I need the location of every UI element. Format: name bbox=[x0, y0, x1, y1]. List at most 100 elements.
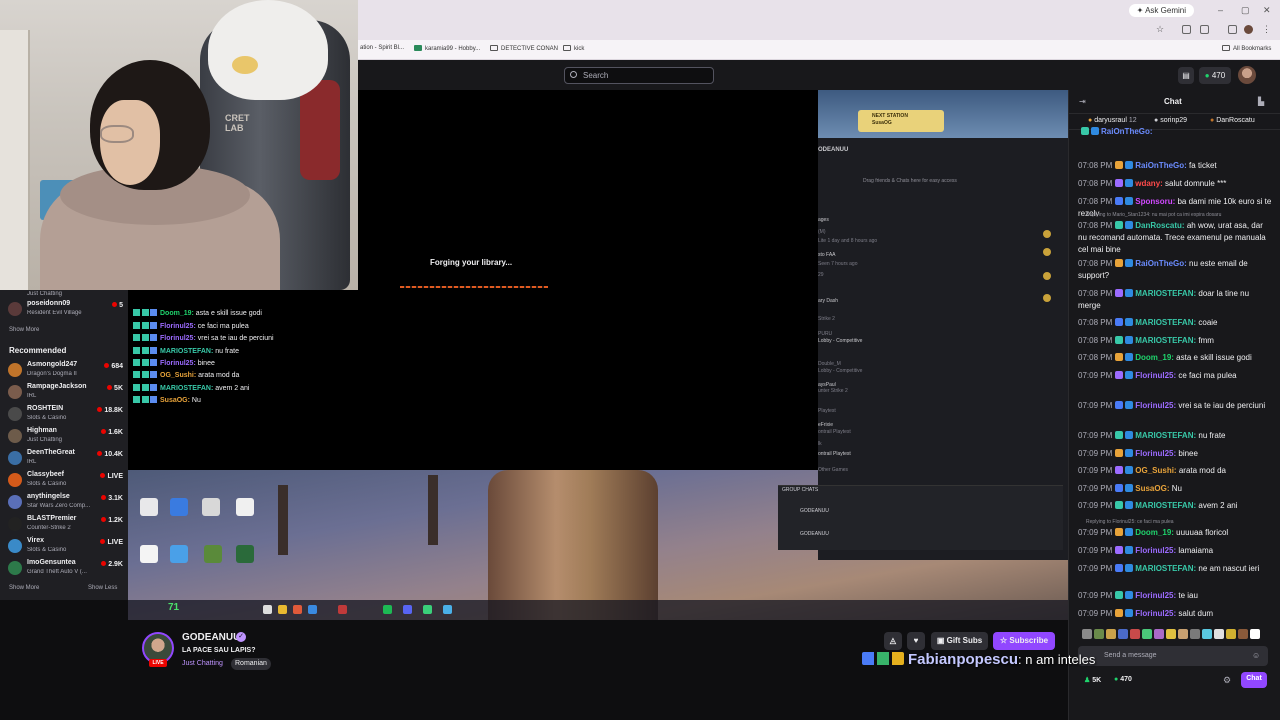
sidebar-channel[interactable]: Asmongold247 Dragon's Dogma II 684 bbox=[8, 361, 123, 383]
loading-progress-bar bbox=[400, 286, 548, 288]
chat-message[interactable]: 07:09 PM MARIOSTEFAN: nu frate bbox=[1078, 430, 1273, 442]
emote-picker-icon[interactable]: ☺ bbox=[1252, 651, 1260, 660]
gift-subs-button[interactable]: ▣ Gift Subs bbox=[931, 632, 988, 650]
notification-bell-icon[interactable]: ◬ bbox=[884, 632, 902, 650]
emote-icon[interactable] bbox=[1178, 629, 1188, 639]
search-input[interactable]: Search bbox=[564, 67, 714, 84]
show-more-link[interactable]: Show More bbox=[9, 327, 39, 333]
chat-message[interactable]: 07:09 PM Florinul25: lamaiama bbox=[1078, 545, 1273, 557]
points-button[interactable]: ● 470 bbox=[1199, 67, 1231, 84]
friend-list-text: Double_M bbox=[818, 361, 841, 367]
emote-icon[interactable] bbox=[1106, 629, 1116, 639]
bookmark-folder[interactable]: kick bbox=[563, 45, 584, 52]
badge-icon bbox=[1125, 546, 1134, 554]
subscribe-button[interactable]: ☆ Subscribe bbox=[993, 632, 1055, 650]
gifter-entry[interactable]: ● DanRoscatu bbox=[1210, 117, 1255, 124]
reply-context[interactable]: Replying to Florinul25: ce faci ma pulea bbox=[1086, 519, 1174, 525]
sidebar-channel[interactable]: ImoGensuntea Grand Theft Auto V (... 2.9K bbox=[8, 559, 123, 581]
settings-gear-icon[interactable]: ⚙ bbox=[1223, 675, 1231, 686]
sidebar-channel[interactable]: RampageJackson IRL 5K bbox=[8, 383, 123, 405]
chat-message[interactable]: 07:09 PM Florinul25: vrei sa te iau de pe… bbox=[1078, 400, 1273, 412]
chat-message[interactable]: 07:09 PM Doom_19: uuuuaa floricol bbox=[1078, 527, 1273, 539]
chat-message[interactable]: 07:09 PM SusaOG: Nu bbox=[1078, 483, 1273, 495]
stream-tag[interactable]: Romanian bbox=[231, 658, 271, 670]
tab-search-icon[interactable] bbox=[1228, 25, 1237, 34]
sparkle-icon: ✦ bbox=[1136, 6, 1146, 15]
emote-icon[interactable] bbox=[1142, 629, 1152, 639]
sidebar-channel[interactable]: DeenTheGreat IRL 10.4K bbox=[8, 449, 123, 471]
sidebar-channel[interactable]: Highman Just Chatting 1.6K bbox=[8, 427, 123, 449]
bookmark-folder[interactable]: DETECTIVE CONAN bbox=[490, 45, 558, 52]
bookmark-item[interactable]: ation - Spirit Bl... bbox=[360, 45, 404, 51]
heart-icon[interactable]: ♥ bbox=[907, 632, 925, 650]
emote-icon[interactable] bbox=[1190, 629, 1200, 639]
chat-message[interactable]: 07:09 PM Florinul25: ce faci ma pulea bbox=[1078, 370, 1273, 382]
all-bookmarks[interactable]: All Bookmarks bbox=[1222, 45, 1271, 52]
channel-points[interactable]: ● 470 bbox=[1114, 676, 1132, 683]
channel-name[interactable]: GODEANUU bbox=[182, 632, 240, 643]
kebab-menu-icon[interactable]: ⋮ bbox=[1262, 24, 1271, 34]
show-more-link[interactable]: Show More bbox=[9, 585, 39, 591]
star-icon[interactable]: ☆ bbox=[1156, 24, 1165, 34]
gifter-entry[interactable]: ● daryusraul 12 bbox=[1088, 117, 1137, 124]
chat-message[interactable]: 07:09 PM MARIOSTEFAN: avem 2 ani bbox=[1078, 500, 1273, 512]
emote-icon[interactable] bbox=[1226, 629, 1236, 639]
collapse-icon[interactable]: ⇥ bbox=[1079, 97, 1086, 106]
chat-message[interactable]: 07:08 PM MARIOSTEFAN: doar la tine nu mer… bbox=[1078, 288, 1273, 312]
sidebar-channel[interactable]: Virex Slots & Casino LIVE bbox=[8, 537, 123, 559]
emote-icon[interactable] bbox=[1118, 629, 1128, 639]
emote-icon[interactable] bbox=[1094, 629, 1104, 639]
chat-message[interactable]: 07:08 PM MARIOSTEFAN: fmm bbox=[1078, 335, 1273, 347]
chat-message[interactable]: 07:09 PM OG_Sushi: arata mod da bbox=[1078, 465, 1273, 477]
stream-category[interactable]: Just Chatting bbox=[182, 660, 223, 667]
badge-icon bbox=[1115, 197, 1124, 205]
sidebar-channel[interactable]: anythingelse Star Wars Zero Comp... 3.1K bbox=[8, 493, 123, 515]
friend-list-text: Other Games bbox=[818, 467, 849, 473]
gifter-entry[interactable]: ● sorinp29 bbox=[1154, 117, 1187, 124]
chat-message[interactable]: 07:08 PM wdany: salut domnule *** bbox=[1078, 178, 1273, 190]
chat-send-button[interactable]: Chat bbox=[1241, 672, 1267, 688]
extension-icon[interactable] bbox=[1182, 25, 1191, 34]
chat-message[interactable]: 07:09 PM MARIOSTEFAN: ne am nascut ieri bbox=[1078, 563, 1273, 575]
show-less-link[interactable]: Show Less bbox=[88, 585, 117, 591]
emote-icon[interactable] bbox=[1154, 629, 1164, 639]
badge-icon bbox=[1115, 449, 1124, 457]
folder-icon bbox=[1222, 45, 1230, 51]
notifications-icon[interactable]: ▤ bbox=[1178, 67, 1194, 84]
chat-message[interactable]: 07:08 PM Doom_19: asta e skill issue godi bbox=[1078, 352, 1273, 364]
badges-icon bbox=[133, 383, 157, 391]
emote-icon[interactable] bbox=[1238, 629, 1248, 639]
chat-message[interactable]: 07:08 PM RaiOnTheGo: nu este email de sup… bbox=[1078, 258, 1273, 282]
sidebar-channel[interactable]: Classybeef Slots & Casino LIVE bbox=[8, 471, 123, 493]
sidebar-channel[interactable]: poseidonn09 Resident Evil Village 5 bbox=[8, 300, 123, 322]
sidebar-channel[interactable]: BLASTPremier Counter-Strike 2 1.2K bbox=[8, 515, 123, 537]
chat-message[interactable]: 07:09 PM Florinul25: te iau bbox=[1078, 590, 1273, 602]
chat-message[interactable]: 07:08 PM MARIOSTEFAN: coaie bbox=[1078, 317, 1273, 329]
profile-avatar-icon[interactable] bbox=[1244, 25, 1253, 34]
close-icon[interactable]: ✕ bbox=[1263, 5, 1271, 16]
chat-message[interactable]: RaiOnTheGo: bbox=[1078, 126, 1273, 138]
emote-icon[interactable] bbox=[1082, 629, 1092, 639]
maximize-icon[interactable]: ▢ bbox=[1241, 5, 1250, 16]
chat-message[interactable]: 07:08 PM DanRoscatu: ah wow, urat asa, da… bbox=[1078, 220, 1273, 256]
user-avatar[interactable] bbox=[1238, 66, 1256, 84]
avatar bbox=[8, 429, 22, 443]
chat-message[interactable]: 07:09 PM Florinul25: salut dum bbox=[1078, 608, 1273, 620]
users-icon[interactable]: ▙ bbox=[1258, 97, 1264, 106]
chat-message[interactable]: 07:08 PM RaiOnTheGo: fa ticket bbox=[1078, 160, 1273, 172]
sidebar-channel[interactable]: ROSHTEIN Slots & Casino 18.8K bbox=[8, 405, 123, 427]
minimize-icon[interactable]: – bbox=[1218, 5, 1223, 15]
puzzle-icon[interactable] bbox=[1200, 25, 1209, 34]
emote-icon[interactable] bbox=[1166, 629, 1176, 639]
chat-message[interactable]: 07:09 PM Florinul25: binee bbox=[1078, 448, 1273, 460]
badge-icon bbox=[1115, 546, 1124, 554]
emote-icon[interactable] bbox=[1130, 629, 1140, 639]
reply-context[interactable]: Replying to Mario_Stan1234: nu mai pot c… bbox=[1086, 212, 1221, 218]
badge-icon bbox=[1125, 609, 1134, 617]
emote-icon[interactable] bbox=[1202, 629, 1212, 639]
chat-input[interactable]: Send a message bbox=[1078, 646, 1268, 666]
ask-gemini-button[interactable]: ✦ Ask Gemini bbox=[1128, 4, 1194, 17]
emote-icon[interactable] bbox=[1214, 629, 1224, 639]
bookmark-item[interactable]: karamia99 - Hobby... bbox=[414, 45, 480, 52]
emote-icon[interactable] bbox=[1250, 629, 1260, 639]
